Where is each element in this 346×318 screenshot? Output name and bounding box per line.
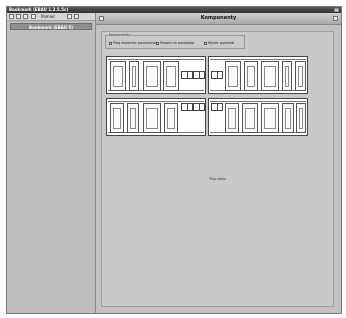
- door-slot: [143, 103, 161, 133]
- checkbox-icon[interactable]: [109, 41, 112, 45]
- door-slot: [129, 61, 139, 91]
- right-pane: Komponenty Komponenty Pieg dwiemiar pozi…: [96, 13, 341, 313]
- door-slot: [110, 103, 124, 133]
- option-3[interactable]: Wyzer wyswietl: [204, 41, 234, 45]
- content-area: Komponenty Pieg dwiemiar poziomowy Pozwo…: [101, 31, 334, 307]
- door-slot: [110, 61, 126, 91]
- edit-icon[interactable]: [16, 14, 21, 19]
- tools-icon[interactable]: [67, 14, 72, 19]
- component-panel-2[interactable]: [208, 56, 308, 94]
- right-header: Komponenty: [96, 13, 341, 25]
- toolbar-label: Pamiec: [41, 14, 56, 19]
- filter-icon[interactable]: [74, 14, 79, 19]
- window-unit: [193, 71, 205, 79]
- door-slot: [127, 103, 139, 133]
- option-3-label: Wyzer wyswietl: [208, 41, 235, 45]
- left-pane: Pamiec Bookmark (EBAU 5): [7, 13, 96, 313]
- door-slot: [261, 61, 279, 91]
- option-2[interactable]: Pozwol na pozostale: [156, 41, 194, 45]
- door-slot: [143, 61, 161, 91]
- copy-icon[interactable]: [23, 14, 28, 19]
- door-slot: [163, 61, 179, 91]
- settings-icon[interactable]: [333, 16, 338, 21]
- door-slot: [295, 61, 306, 91]
- door-slot: [244, 61, 258, 91]
- close-icon[interactable]: [334, 8, 339, 12]
- group-label: Komponenty: [108, 33, 132, 37]
- door-slot: [296, 103, 306, 133]
- status-text: Pop stalo: [209, 177, 226, 181]
- option-2-label: Pozwol na pozostale: [160, 41, 195, 45]
- door-slot: [225, 103, 239, 133]
- application-window: Bookmark (EBAU 1.2.5.5c) Pamiec Bookmark…: [6, 6, 342, 314]
- door-slot: [261, 103, 279, 133]
- component-panel-3[interactable]: [106, 98, 206, 136]
- save-icon[interactable]: [31, 14, 36, 19]
- component-panel-4[interactable]: [208, 98, 308, 136]
- window-unit: [211, 71, 223, 79]
- door-slot: [225, 61, 241, 91]
- checkbox-icon[interactable]: [156, 41, 159, 45]
- window-unit: [193, 103, 205, 111]
- option-1-label: Pieg dwiemiar poziomowy: [113, 41, 158, 45]
- window-unit: [211, 103, 223, 111]
- left-toolbar: Pamiec: [7, 13, 95, 21]
- door-slot: [164, 103, 178, 133]
- tree-item-selected[interactable]: Bookmark (EBAU 5): [10, 23, 92, 30]
- component-panel-1[interactable]: [106, 56, 206, 94]
- door-slot: [242, 103, 258, 133]
- door-slot: [282, 103, 294, 133]
- window-unit: [181, 71, 193, 79]
- door-slot: [282, 61, 292, 91]
- window-unit: [181, 103, 193, 111]
- page-title: Komponenty: [200, 15, 237, 21]
- checkbox-icon[interactable]: [204, 41, 207, 45]
- new-icon[interactable]: [9, 14, 14, 19]
- options-groupbox: Komponenty Pieg dwiemiar poziomowy Pozwo…: [105, 33, 245, 49]
- option-1[interactable]: Pieg dwiemiar poziomowy: [109, 41, 157, 45]
